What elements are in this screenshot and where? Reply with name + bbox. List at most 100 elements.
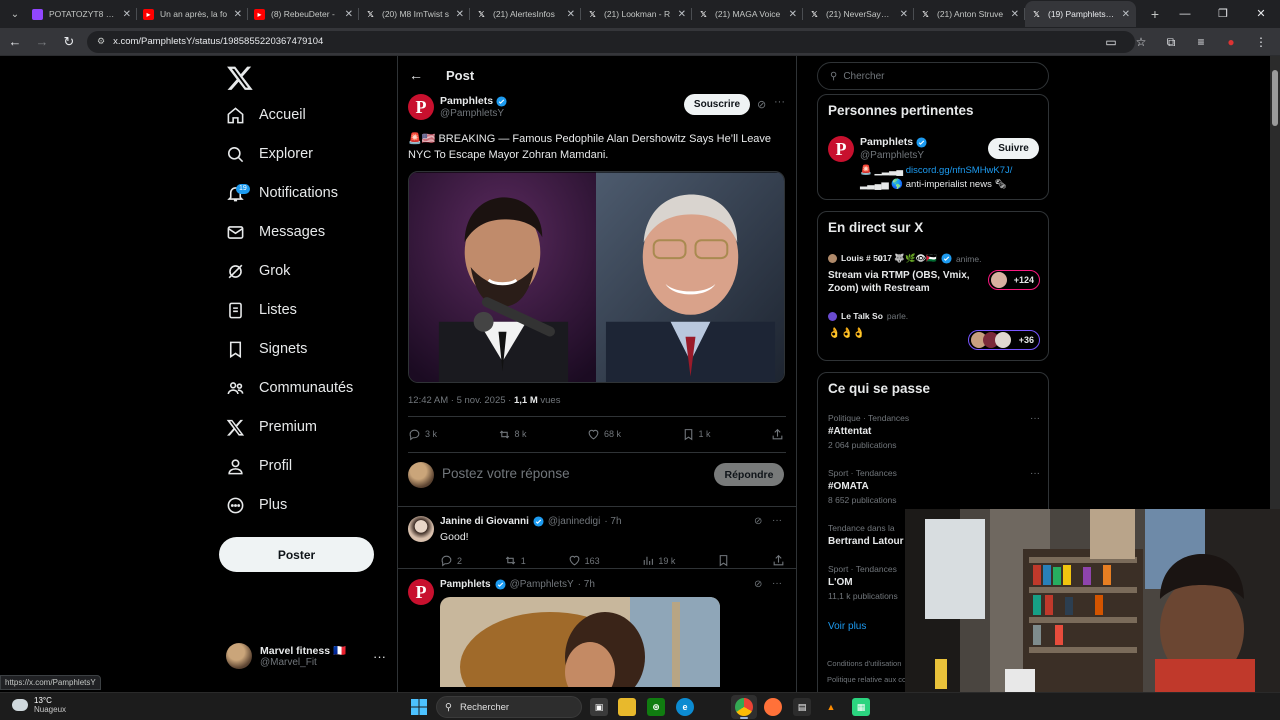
tab-close-icon[interactable]: ✕ xyxy=(1011,9,1019,20)
reply-time[interactable]: · 7h xyxy=(604,516,621,527)
browser-tab[interactable]: POTATOZYT8 - Tw ✕ xyxy=(26,1,137,27)
grok-explain-icon[interactable]: ⊘ xyxy=(757,98,766,111)
subscribe-button[interactable]: Souscrire xyxy=(684,94,750,115)
edge-icon[interactable]: e xyxy=(676,698,694,716)
firefox-icon[interactable] xyxy=(764,698,782,716)
browser-tab-active[interactable]: 𝕏 (19) Pamphlets su ✕ xyxy=(1025,1,1136,27)
browser-tab[interactable]: ▸ Un an après, la fo ✕ xyxy=(137,1,248,27)
reply-author-handle[interactable]: @janinedigi xyxy=(548,516,600,527)
avatar[interactable]: P xyxy=(408,94,434,120)
reply-time[interactable]: · 7h xyxy=(578,579,595,590)
grok-explain-icon[interactable]: ⊘ xyxy=(754,579,762,590)
windows-start-icon[interactable] xyxy=(411,699,427,715)
tab-close-icon[interactable]: ✕ xyxy=(789,9,797,20)
live-listeners[interactable]: +124 xyxy=(988,270,1040,290)
browser-tab[interactable]: 𝕏 (21) NeverSayYes ✕ xyxy=(803,1,914,27)
close-window-icon[interactable]: ✕ xyxy=(1242,0,1280,28)
more-dots-icon[interactable]: ··· xyxy=(373,649,386,664)
nav-item-explore[interactable]: Explorer xyxy=(226,139,313,169)
reply-item[interactable]: P Pamphlets @PamphletsY · 7h ⊘ ··· xyxy=(408,578,786,692)
share-action[interactable] xyxy=(771,426,784,442)
nav-item-communities[interactable]: Communautés xyxy=(226,373,353,403)
suggested-name-row[interactable]: Pamphlets xyxy=(860,136,927,148)
bookmark-action[interactable] xyxy=(717,554,730,567)
post-media[interactable] xyxy=(408,171,785,383)
repost-action[interactable]: 1 xyxy=(504,554,526,567)
browser-tab[interactable]: 𝕏 (20) M8 ImTwist s ✕ xyxy=(359,1,470,27)
scrollbar-thumb[interactable] xyxy=(1272,70,1278,126)
tab-close-icon[interactable]: ✕ xyxy=(567,9,575,20)
browser-tab[interactable]: 𝕏 (21) MAGA Voice ✕ xyxy=(692,1,803,27)
bookmark-action[interactable]: 1 k xyxy=(682,426,711,442)
trend-item[interactable]: Sport · Tendances #OMATA 8 652 publicati… xyxy=(828,468,1040,505)
back-arrow-icon[interactable]: ← xyxy=(408,67,424,83)
file-explorer-icon[interactable] xyxy=(618,698,636,716)
live-listeners[interactable]: +36 xyxy=(968,330,1040,350)
reply-author-name[interactable]: Janine di Giovanni xyxy=(440,516,529,527)
browser-tab[interactable]: ▸ (8) RebeuDeter - ✕ xyxy=(248,1,359,27)
reply-input[interactable]: Postez votre réponse xyxy=(442,466,570,481)
tab-close-icon[interactable]: ✕ xyxy=(678,9,686,20)
grok-explain-icon[interactable]: ⊘ xyxy=(754,516,762,527)
author-name-row[interactable]: Pamphlets xyxy=(440,95,507,107)
task-view-icon[interactable]: ▣ xyxy=(590,698,608,716)
reply-item[interactable]: Janine di Giovanni @janinedigi · 7h ⊘ ··… xyxy=(408,515,786,574)
reply-action[interactable]: 3 k xyxy=(408,426,437,442)
nav-item-more[interactable]: Plus xyxy=(226,490,287,520)
follow-button[interactable]: Suivre xyxy=(988,138,1039,159)
nav-item-profile[interactable]: Profil xyxy=(226,451,292,481)
reply-author-handle[interactable]: @PamphletsY xyxy=(510,579,574,590)
post-button[interactable]: Poster xyxy=(219,537,374,572)
nav-item-messages[interactable]: Messages xyxy=(226,217,325,247)
more-dots-icon[interactable]: ··· xyxy=(1030,413,1040,424)
account-switcher[interactable]: Marvel fitness 🇫🇷 @Marvel_Fit ··· xyxy=(226,641,386,671)
profile-icon-browser[interactable]: ● xyxy=(1218,35,1244,49)
cast-icon[interactable]: ▭ xyxy=(1098,35,1124,49)
chrome-icon[interactable] xyxy=(735,698,753,716)
app-icon[interactable]: ▤ xyxy=(793,698,811,716)
reply-media-image[interactable] xyxy=(440,597,720,687)
nav-item-notifications[interactable]: 19 Notifications xyxy=(226,178,338,208)
more-dots-icon[interactable]: ··· xyxy=(772,515,782,526)
live-host[interactable]: Le Talk So parle. xyxy=(828,311,908,321)
site-info-icon[interactable]: ⚙ xyxy=(97,36,105,47)
more-dots-icon[interactable]: ··· xyxy=(772,578,782,589)
trend-item[interactable]: Politique · Tendances #Attentat 2 064 pu… xyxy=(828,413,1040,450)
browser-tab[interactable]: 𝕏 (21) Anton Struve ✕ xyxy=(914,1,1025,27)
footer-link[interactable]: Conditions d'utilisation xyxy=(827,659,901,668)
author-handle[interactable]: @PamphletsY xyxy=(440,108,504,119)
reply-button[interactable]: Répondre xyxy=(714,463,784,486)
forward-icon[interactable]: → xyxy=(30,30,54,54)
restore-icon[interactable]: ❐ xyxy=(1204,0,1242,28)
x-logo-icon[interactable] xyxy=(226,64,254,92)
star-icon[interactable]: ☆ xyxy=(1128,35,1154,49)
browser-tab[interactable]: 𝕏 (21) Lookman - R ✕ xyxy=(581,1,692,27)
reply-author-name[interactable]: Pamphlets xyxy=(440,579,491,590)
extensions-icon[interactable]: ⧉ xyxy=(1158,35,1184,50)
live-title[interactable]: 👌👌👌 xyxy=(828,327,865,340)
minimize-icon[interactable]: — xyxy=(1166,0,1204,28)
more-dots-icon[interactable]: ··· xyxy=(1030,468,1040,479)
vlc-icon[interactable]: ▲ xyxy=(822,698,840,716)
see-more-link[interactable]: Voir plus xyxy=(828,621,866,632)
live-title[interactable]: Stream via RTMP (OBS, Vmix, Zoom) with R… xyxy=(828,269,978,295)
reading-list-icon[interactable]: ≡ xyxy=(1188,35,1214,49)
menu-icon[interactable]: ⋮ xyxy=(1248,35,1274,49)
reload-icon[interactable]: ↻ xyxy=(57,30,81,54)
weather-widget[interactable]: 13°C Nuageux xyxy=(12,696,66,714)
tab-close-icon[interactable]: ✕ xyxy=(900,9,908,20)
address-bar[interactable]: ⚙ x.com/PamphletsY/status/19858552203674… xyxy=(87,30,1135,53)
taskbar-search[interactable]: ⚲ Rechercher xyxy=(436,696,582,718)
tab-close-icon[interactable]: ✕ xyxy=(1122,9,1130,20)
app-icon[interactable]: ▦ xyxy=(852,698,870,716)
tab-close-icon[interactable]: ✕ xyxy=(456,9,464,20)
footer-link[interactable]: Politique relative aux co xyxy=(827,675,906,684)
tab-search-button[interactable]: ⌄ xyxy=(4,3,26,25)
nav-item-lists[interactable]: Listes xyxy=(226,295,297,325)
xbox-icon[interactable]: ⊛ xyxy=(647,698,665,716)
tab-close-icon[interactable]: ✕ xyxy=(123,9,131,20)
tab-close-icon[interactable]: ✕ xyxy=(345,9,353,20)
reply-action[interactable]: 2 xyxy=(440,554,462,567)
new-tab-button[interactable]: + xyxy=(1144,6,1166,22)
avatar[interactable]: P xyxy=(828,136,854,162)
